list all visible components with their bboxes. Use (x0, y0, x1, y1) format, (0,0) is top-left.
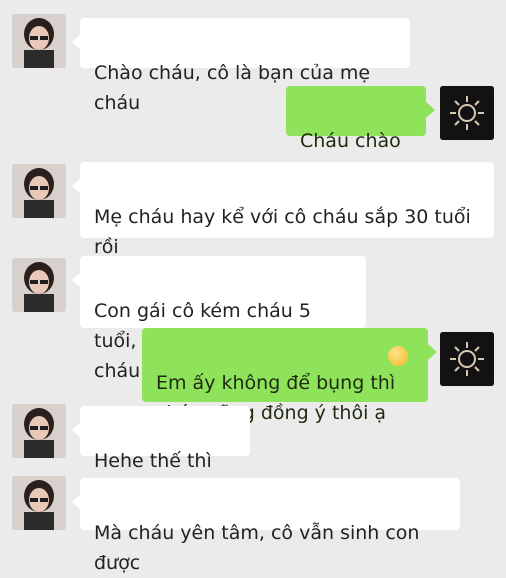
user-avatar[interactable] (440, 86, 494, 140)
contact-avatar[interactable] (12, 258, 66, 312)
message-row: Chào cháu, cô là bạn của mẹ cháu (0, 10, 506, 114)
woman-avatar-icon (12, 258, 66, 312)
message-row: Mà cháu yên tâm, cô vẫn sinh con được (0, 474, 506, 574)
incoming-message-bubble: Hehe thế thì tốt (72, 406, 250, 502)
message-text: Mà cháu yên tâm, cô vẫn sinh con được (94, 522, 420, 574)
incoming-message-bubble: Con gái cô kém cháu 5 tuổi, cháu có chấp… (72, 256, 366, 382)
outgoing-message-bubble: Em ấy không để bụng thì cháu cũng đồng ý… (142, 328, 437, 424)
message-row: Mẹ cháu hay kể với cô cháu sắp 30 tuổi r… (0, 158, 506, 288)
woman-avatar-icon (12, 404, 66, 458)
outgoing-message-bubble: Cháu chào cô (286, 86, 435, 182)
incoming-message-bubble: Chào cháu, cô là bạn của mẹ cháu (72, 18, 410, 114)
woman-avatar-icon (12, 476, 66, 530)
incoming-message-bubble: Mà cháu yên tâm, cô vẫn sinh con được (72, 478, 460, 574)
message-row: Cháu chào cô (0, 84, 506, 182)
contact-avatar[interactable] (12, 14, 66, 68)
message-row: Hehe thế thì tốt (0, 402, 506, 502)
contact-avatar[interactable] (12, 164, 66, 218)
sun-logo-icon (440, 332, 494, 386)
woman-avatar-icon (12, 164, 66, 218)
woman-avatar-icon (12, 14, 66, 68)
incoming-message-bubble: Mẹ cháu hay kể với cô cháu sắp 30 tuổi r… (72, 162, 494, 288)
contact-avatar[interactable] (12, 476, 66, 530)
chat-thread: Chào cháu, cô là bạn của mẹ cháu Cháu ch… (0, 0, 506, 574)
message-row: Em ấy không để bụng thì cháu cũng đồng ý… (0, 326, 506, 424)
sun-logo-icon (440, 86, 494, 140)
user-avatar[interactable] (440, 332, 494, 386)
message-row: Con gái cô kém cháu 5 tuổi, cháu có chấp… (0, 252, 506, 382)
smiling-face-emoji-icon (388, 346, 408, 366)
contact-avatar[interactable] (12, 404, 66, 458)
